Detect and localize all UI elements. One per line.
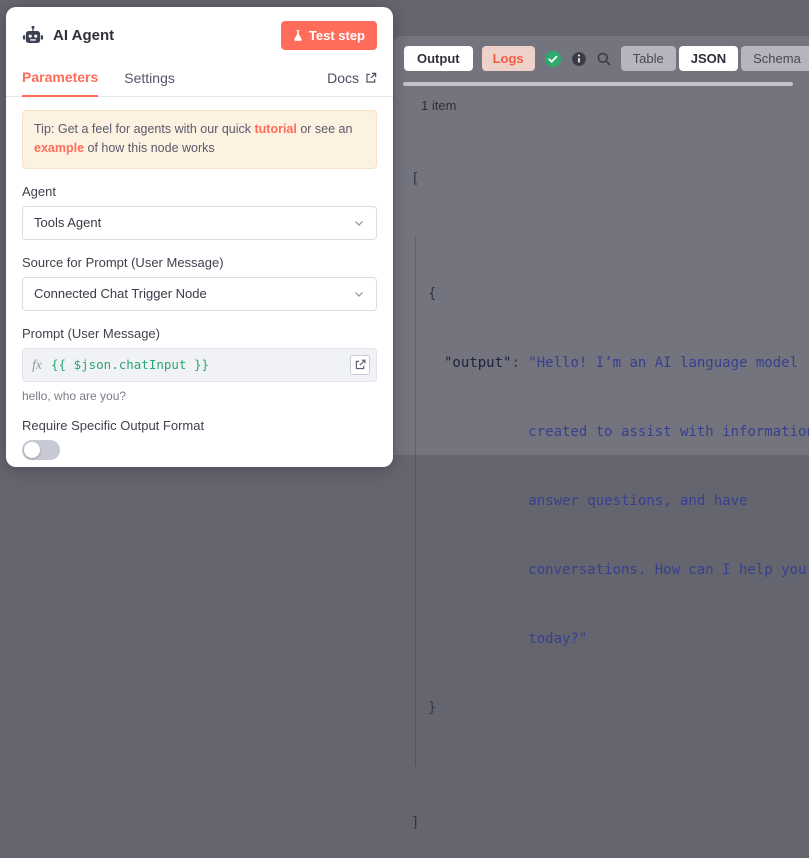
flask-icon [293,29,303,42]
example-link[interactable]: example [34,141,84,155]
tab-output[interactable]: Output [404,46,473,71]
json-value-line: answer questions, and have [528,493,747,509]
info-circle-icon[interactable] [571,51,587,67]
toggle-knob [24,442,40,458]
prompt-expression-input[interactable]: fx {{ $json.chatInput }} [22,348,377,382]
tab-parameters[interactable]: Parameters [22,60,98,97]
horizontal-scrollbar[interactable] [403,82,793,86]
tutorial-link[interactable]: tutorial [254,122,296,136]
test-step-button[interactable]: Test step [281,21,377,50]
json-bracket-close: ] [411,815,419,831]
chevron-down-icon [353,288,365,300]
node-title: AI Agent [53,27,114,44]
json-bracket-open: [ [411,171,419,187]
node-details-panel: AI Agent Test step Parameters Settings D… [6,7,393,467]
robot-icon [22,25,44,47]
agent-field-label: Agent [22,184,377,199]
tip-callout: Tip: Get a feel for agents with our quic… [22,110,377,169]
node-header: AI Agent Test step [6,7,393,56]
node-tabs: Parameters Settings Docs [6,56,393,97]
search-icon[interactable] [596,51,612,67]
check-circle-icon [544,50,562,68]
json-value-line: created to assist with information, [528,424,809,440]
prompt-source-label: Source for Prompt (User Message) [22,255,377,270]
output-format-label: Require Specific Output Format [22,418,377,433]
tip-text: of how this node works [84,141,215,155]
items-count: 1 item [421,98,456,113]
chevron-down-icon [353,217,365,229]
expression-code: {{ $json.chatInput }} [51,357,209,372]
tip-text: Tip: Get a feel for agents with our quic… [34,122,254,136]
test-step-label: Test step [309,28,365,43]
json-colon: : [511,355,528,371]
tab-settings[interactable]: Settings [124,61,175,96]
agent-select[interactable]: Tools Agent [22,206,377,240]
view-tab-json[interactable]: JSON [679,46,738,71]
tip-text: or see an [297,122,353,136]
view-mode-tabs: Table JSON Schema [621,46,809,71]
prompt-source-select[interactable]: Connected Chat Trigger Node [22,277,377,311]
json-value-line: conversations. How can I help you [528,562,806,578]
expand-expression-icon[interactable] [350,355,370,375]
external-link-icon [365,72,377,84]
output-format-toggle[interactable] [22,440,60,460]
fx-icon: fx [23,357,51,373]
docs-label: Docs [327,70,359,86]
json-brace-close: } [428,700,436,716]
json-output: [ { "output": "Hello! I’m an AI language… [411,122,809,858]
prompt-field-label: Prompt (User Message) [22,326,377,341]
json-indent-guide: { "output": "Hello! I’m an AI language m… [415,237,809,766]
view-tab-table[interactable]: Table [621,46,676,71]
parameters-content: Tip: Get a feel for agents with our quic… [6,97,393,473]
agent-select-value: Tools Agent [34,215,101,230]
json-value-line: today?" [528,631,587,647]
prompt-source-value: Connected Chat Trigger Node [34,286,207,301]
docs-link[interactable]: Docs [327,61,377,96]
json-value-line: "Hello! I’m an AI language model [528,355,798,371]
tab-logs[interactable]: Logs [482,46,535,71]
json-key: "output" [444,355,511,371]
expression-preview: hello, who are you? [22,389,377,403]
view-tab-schema[interactable]: Schema [741,46,809,71]
json-brace-open: { [428,286,436,302]
output-panel-header: Output Logs Table JSON Schema [404,46,799,71]
